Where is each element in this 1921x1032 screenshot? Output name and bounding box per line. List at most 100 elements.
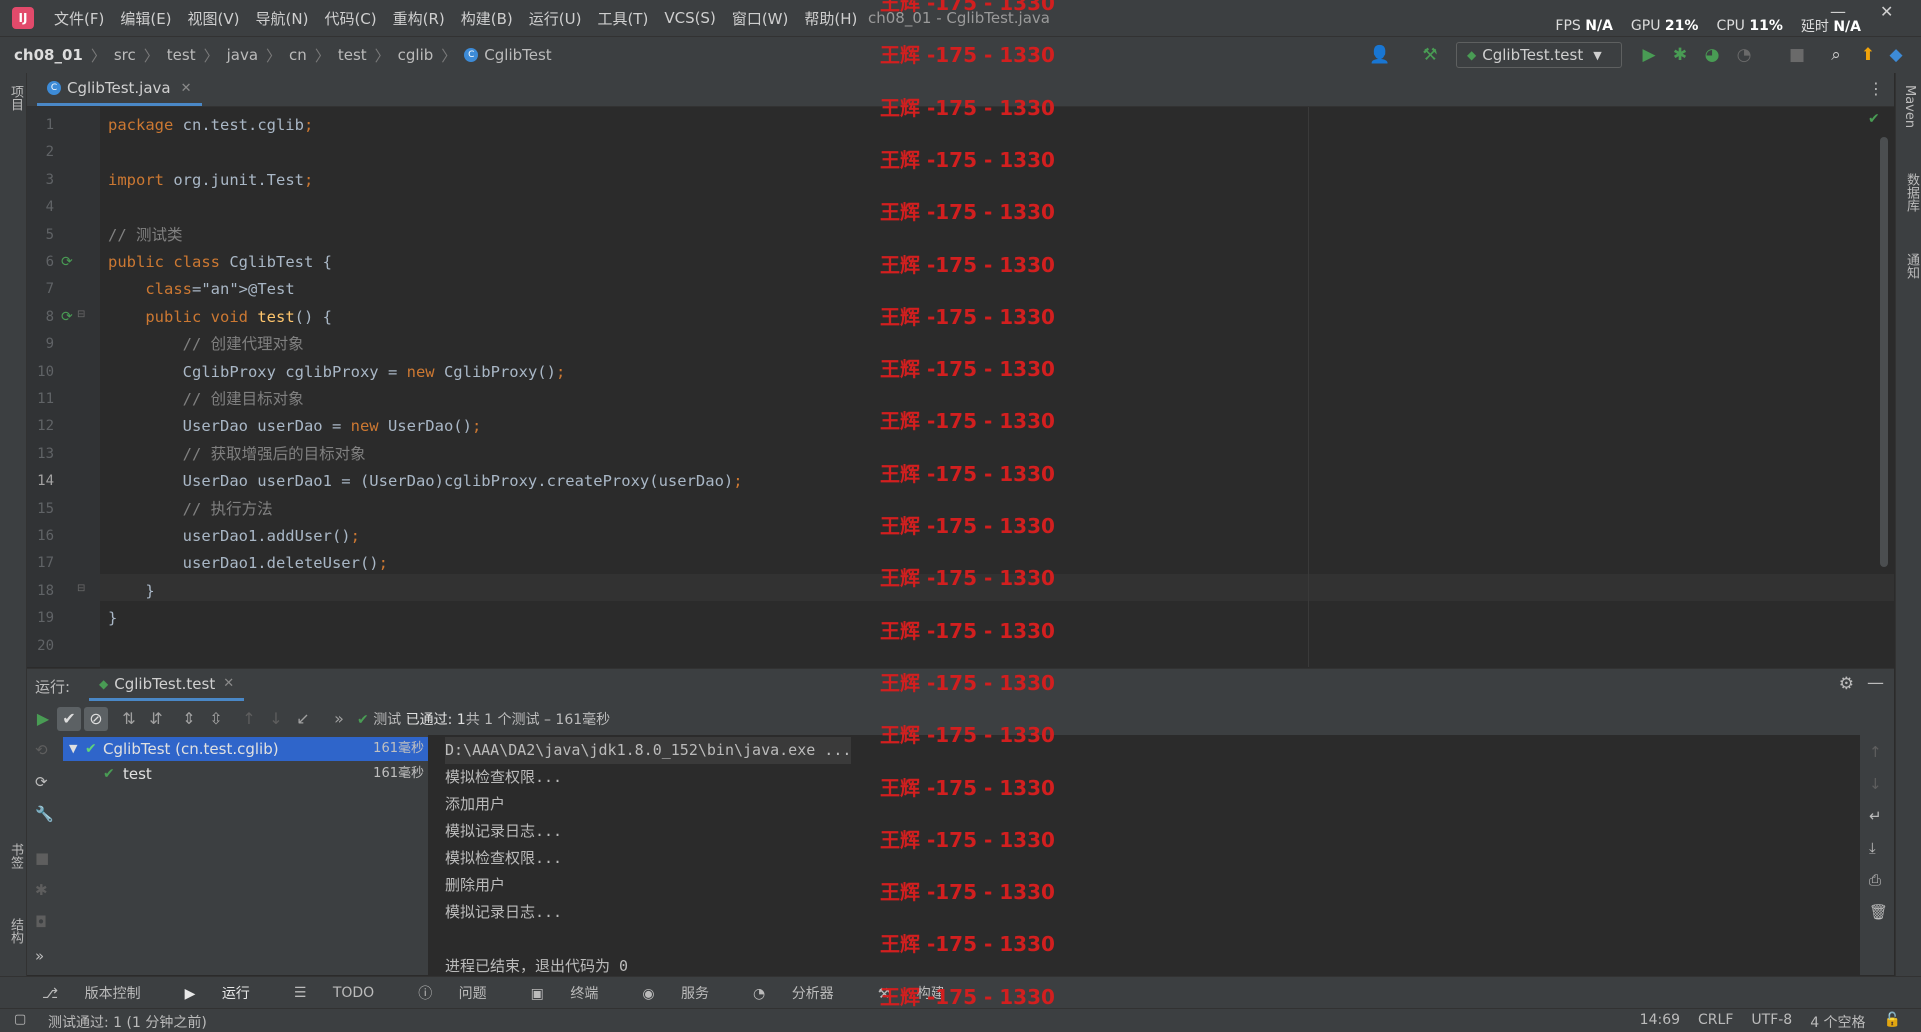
tab-profiler[interactable]: ◔ 分析器: [753, 983, 856, 1003]
layout-icon[interactable]: ▢: [14, 1012, 26, 1027]
code-line[interactable]: import org.junit.Test;: [108, 167, 1902, 194]
tab-run[interactable]: ▶ 运行: [185, 983, 272, 1003]
code-line[interactable]: userDao1.deleteUser();: [108, 550, 1902, 577]
run-gutter-icon[interactable]: ⟳: [61, 309, 77, 325]
camera-icon[interactable]: ◘: [35, 913, 47, 931]
plugin-icon[interactable]: ◆: [1884, 43, 1908, 67]
tree-row-test[interactable]: ✔ test 161毫秒: [63, 762, 428, 786]
minimize-icon[interactable]: —: [1830, 2, 1846, 21]
code-line[interactable]: }: [108, 578, 1902, 605]
profile-icon[interactable]: ◔: [1732, 43, 1756, 67]
close-tab-icon[interactable]: ✕: [181, 81, 192, 96]
code-line[interactable]: UserDao userDao1 = (UserDao)cglibProxy.c…: [108, 468, 1902, 495]
structure-tool-button[interactable]: 结构: [6, 918, 25, 944]
run-gutter-icon[interactable]: ⟳: [61, 254, 77, 270]
tab-terminal[interactable]: ▣ 终端: [531, 983, 621, 1003]
line-separator[interactable]: CRLF: [1698, 1012, 1733, 1032]
console-line[interactable]: D:\AAA\DA2\java\jdk1.8.0_152\bin\java.ex…: [445, 737, 852, 764]
breadcrumb-test[interactable]: test: [167, 46, 196, 64]
coverage-icon[interactable]: ◕: [1700, 43, 1724, 67]
toggle-auto-test-icon[interactable]: ⟲: [35, 741, 48, 759]
show-ignored-icon[interactable]: ⊘: [84, 707, 108, 731]
code-line[interactable]: public void test() {: [108, 304, 1902, 331]
code-line[interactable]: [108, 194, 1902, 221]
notifications-tool-button[interactable]: 通知: [1902, 253, 1921, 279]
menu-window[interactable]: 窗口(W): [732, 8, 789, 29]
menu-help[interactable]: 帮助(H): [804, 8, 857, 29]
breadcrumb-test-pkg[interactable]: test: [338, 46, 367, 64]
scroll-to-end-icon[interactable]: ⤓: [1869, 839, 1876, 857]
expand-all-icon[interactable]: ⇕: [177, 707, 201, 731]
sort-alpha-icon[interactable]: ⇅: [117, 707, 141, 731]
file-encoding[interactable]: UTF-8: [1751, 1012, 1792, 1032]
run-tab[interactable]: ◆ CglibTest.test ✕: [89, 669, 245, 701]
maven-tool-button[interactable]: Maven: [1902, 85, 1917, 128]
trash-icon[interactable]: 🗑: [1869, 903, 1888, 921]
close-icon[interactable]: ✕: [1880, 2, 1893, 21]
debug-icon[interactable]: ✱: [1668, 43, 1692, 67]
more-icon[interactable]: »: [35, 947, 44, 965]
prev-failed-icon[interactable]: ↑: [237, 707, 261, 731]
breadcrumb-cn[interactable]: cn: [289, 46, 307, 64]
print-icon[interactable]: ⎙: [1869, 871, 1881, 889]
code-line[interactable]: userDao1.addUser();: [108, 523, 1902, 550]
menu-code[interactable]: 代码(C): [324, 8, 376, 29]
code-line[interactable]: // 创建代理对象: [108, 331, 1902, 358]
breadcrumb-cglib[interactable]: cglib: [398, 46, 434, 64]
code-line[interactable]: public class CglibTest {: [108, 249, 1902, 276]
code-line[interactable]: UserDao userDao = new UserDao();: [108, 413, 1902, 440]
code-line[interactable]: [108, 633, 1902, 660]
close-tab-icon[interactable]: ✕: [223, 676, 234, 691]
breadcrumb-project[interactable]: ch08_01: [14, 46, 83, 64]
code-line[interactable]: // 测试类: [108, 222, 1902, 249]
show-passed-icon[interactable]: ✔: [57, 707, 81, 731]
stop-icon[interactable]: ■: [35, 849, 49, 867]
code-line[interactable]: // 创建目标对象: [108, 386, 1902, 413]
up-arrow-icon[interactable]: ↑: [1869, 743, 1882, 761]
caret-position[interactable]: 14:69: [1640, 1012, 1680, 1032]
menu-vcs[interactable]: VCS(S): [664, 9, 715, 27]
minimize-panel-icon[interactable]: —: [1867, 673, 1884, 693]
gear-icon[interactable]: ⚙: [1839, 674, 1854, 694]
status-message[interactable]: 测试通过: 1 (1 分钟之前): [48, 1012, 207, 1032]
more-icon[interactable]: »: [327, 707, 351, 731]
console-output[interactable]: D:\AAA\DA2\java\jdk1.8.0_152\bin\java.ex…: [429, 735, 1841, 975]
chevron-down-icon[interactable]: ▼: [69, 737, 77, 761]
menu-tools[interactable]: 工具(T): [597, 8, 648, 29]
menu-build[interactable]: 构建(B): [461, 8, 513, 29]
more-vert-icon[interactable]: ⋮: [1868, 79, 1884, 98]
tab-build[interactable]: ⚒ 构建: [878, 983, 967, 1003]
run-icon[interactable]: ▶: [1637, 43, 1661, 67]
menu-file[interactable]: 文件(F): [54, 8, 104, 29]
collapse-all-icon[interactable]: ⇳: [204, 707, 228, 731]
code-line[interactable]: // 获取增强后的目标对象: [108, 441, 1902, 468]
menu-edit[interactable]: 编辑(E): [120, 8, 171, 29]
menu-navigate[interactable]: 导航(N): [256, 8, 309, 29]
indent-setting[interactable]: 4 个空格: [1810, 1012, 1865, 1032]
tree-row-suite[interactable]: ▼ ✔ CglibTest (cn.test.cglib) 161毫秒: [63, 737, 428, 761]
stop-icon[interactable]: ■: [1785, 43, 1809, 67]
code-editor[interactable]: ✔ package cn.test.cglib; import org.junit…: [100, 107, 1894, 667]
code-line[interactable]: CglibProxy cglibProxy = new CglibProxy()…: [108, 359, 1902, 386]
search-icon[interactable]: ⌕: [1824, 43, 1848, 67]
tab-version-control[interactable]: ⎇ 版本控制: [42, 983, 163, 1003]
breadcrumb-java[interactable]: java: [227, 46, 258, 64]
wrench-icon[interactable]: 🔧: [35, 805, 54, 823]
rerun-icon[interactable]: ▶: [31, 707, 55, 731]
menu-view[interactable]: 视图(V): [188, 8, 240, 29]
fold-icon[interactable]: ⊟: [77, 309, 85, 320]
breadcrumb-class[interactable]: CglibTest: [484, 46, 551, 64]
debug-icon[interactable]: ✱: [35, 881, 48, 899]
fold-icon[interactable]: ⊟: [77, 583, 85, 594]
code-line[interactable]: package cn.test.cglib;: [108, 112, 1902, 139]
code-line[interactable]: class="an">@Test: [108, 276, 1902, 303]
export-icon[interactable]: ↙: [291, 707, 315, 731]
down-arrow-icon[interactable]: ↓: [1869, 775, 1882, 793]
database-tool-button[interactable]: 数据库: [1902, 173, 1921, 212]
user-icon[interactable]: 👤: [1368, 43, 1392, 67]
breadcrumb-src[interactable]: src: [114, 46, 136, 64]
menu-refactor[interactable]: 重构(R): [393, 8, 445, 29]
next-failed-icon[interactable]: ↓: [264, 707, 288, 731]
code-line[interactable]: }: [108, 605, 1902, 632]
tab-todo[interactable]: ☰ TODO: [294, 985, 396, 1001]
